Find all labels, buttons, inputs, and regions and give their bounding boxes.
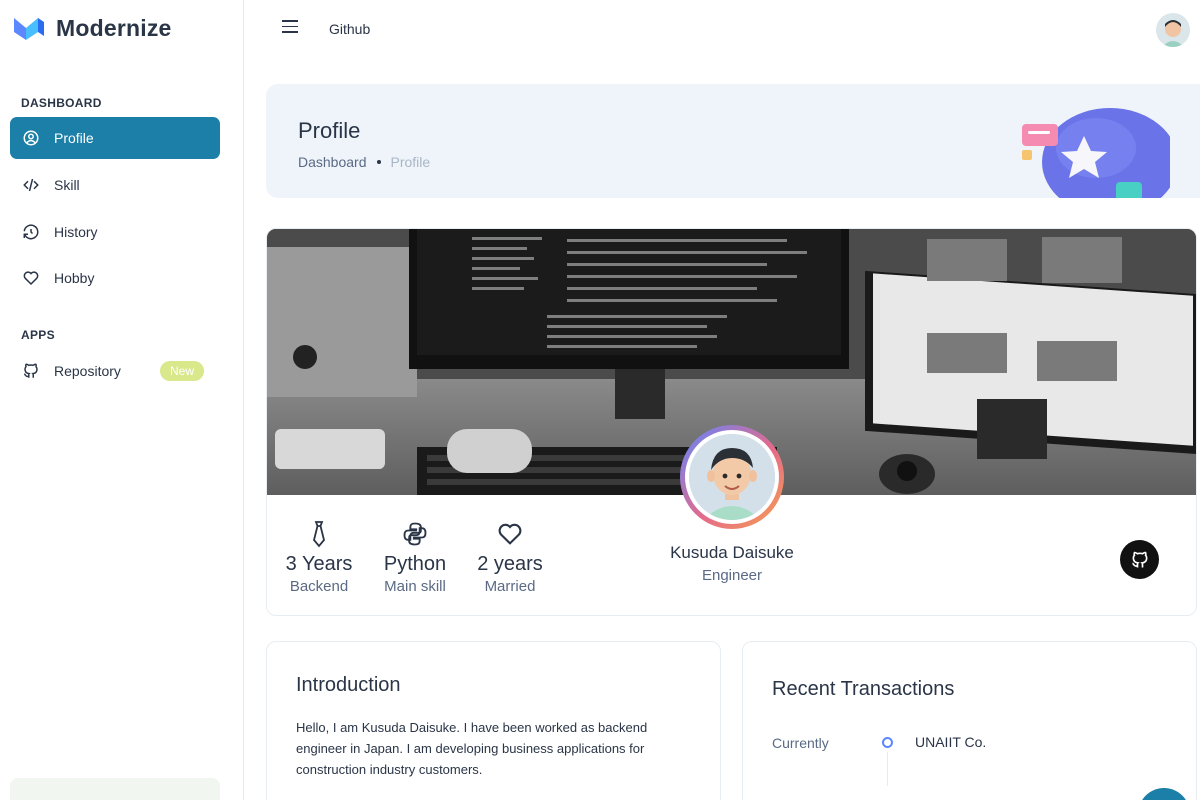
transaction-name: UNAIIT Co. [915, 734, 987, 750]
introduction-text: Hello, I am Kusuda Daisuke. I have been … [296, 720, 648, 777]
stat-main-skill: Python Main skill [372, 519, 458, 595]
introduction-card: Introduction Hello, I am Kusuda Daisuke.… [266, 641, 721, 800]
stat-backend: 3 Years Backend [276, 519, 362, 595]
transaction-time: Currently [772, 735, 829, 751]
modernize-logo-icon [14, 18, 44, 40]
transactions-title: Recent Transactions [772, 678, 955, 700]
sidebar-item-hobby[interactable]: Hobby [10, 257, 220, 299]
sidebar-item-profile[interactable]: Profile [10, 117, 220, 159]
sidebar-item-label: Repository [54, 363, 121, 379]
sidebar-item-label: Skill [54, 177, 80, 193]
page-title: Profile [298, 118, 361, 143]
sidebar-item-label: Profile [54, 130, 94, 146]
sidebar-item-repository[interactable]: Repository New [10, 350, 220, 392]
stat-value: 3 Years [285, 553, 353, 575]
transactions-card: Recent Transactions Currently UNAIIT Co. [742, 641, 1197, 800]
heart-icon [467, 519, 553, 549]
menu-toggle-icon[interactable] [282, 20, 298, 37]
history-icon [22, 223, 40, 241]
tie-icon [276, 519, 362, 549]
nav-caption-apps: APPS [21, 328, 55, 342]
github-icon [22, 362, 40, 380]
sidebar: Modernize DASHBOARD Profile Skill Histor… [0, 0, 244, 800]
sidebar-item-skill[interactable]: Skill [10, 164, 220, 206]
python-icon [372, 519, 458, 549]
github-icon [1131, 551, 1148, 567]
brand-name: Modernize [56, 14, 172, 41]
stat-label: Backend [289, 578, 349, 595]
timeline-line [887, 752, 888, 786]
sidebar-item-history[interactable]: History [10, 211, 220, 253]
header-link-github[interactable]: Github [329, 21, 370, 37]
stat-label: Main skill [384, 578, 446, 595]
introduction-title: Introduction [296, 674, 401, 696]
sidebar-item-label: History [54, 224, 98, 240]
sidebar-item-label: Hobby [54, 270, 95, 286]
stat-value: 2 years [477, 553, 543, 575]
timeline-dot [882, 737, 893, 748]
stat-label: Married [484, 578, 536, 595]
breadcrumb-dashboard[interactable]: Dashboard [298, 154, 367, 170]
stat-married: 2 years Married [467, 519, 553, 595]
breadcrumb-separator [376, 160, 381, 164]
top-bar: Github [244, 0, 1200, 58]
welcome-illustration [1022, 108, 1170, 198]
profile-name: Kusuda Daisuke [670, 543, 794, 562]
new-badge: New [159, 361, 204, 381]
avatar[interactable] [1156, 13, 1190, 47]
nav-caption-dashboard: DASHBOARD [21, 96, 102, 110]
stat-value: Python [383, 553, 447, 575]
breadcrumb-card: Profile Dashboard Profile [266, 84, 1200, 198]
code-icon [22, 176, 40, 194]
breadcrumb-current: Profile [390, 154, 431, 170]
breadcrumb: Dashboard Profile [298, 154, 430, 170]
profile-card: 3 Years Backend Python Main skill 2 year… [266, 228, 1197, 616]
sidebar-user-card[interactable] [10, 778, 220, 800]
brand-logo[interactable]: Modernize [12, 14, 172, 42]
user-circle-icon [22, 129, 40, 147]
heart-icon [22, 269, 40, 287]
profile-role: Engineer [701, 567, 763, 584]
github-button[interactable] [1120, 540, 1159, 579]
profile-avatar [680, 425, 784, 529]
